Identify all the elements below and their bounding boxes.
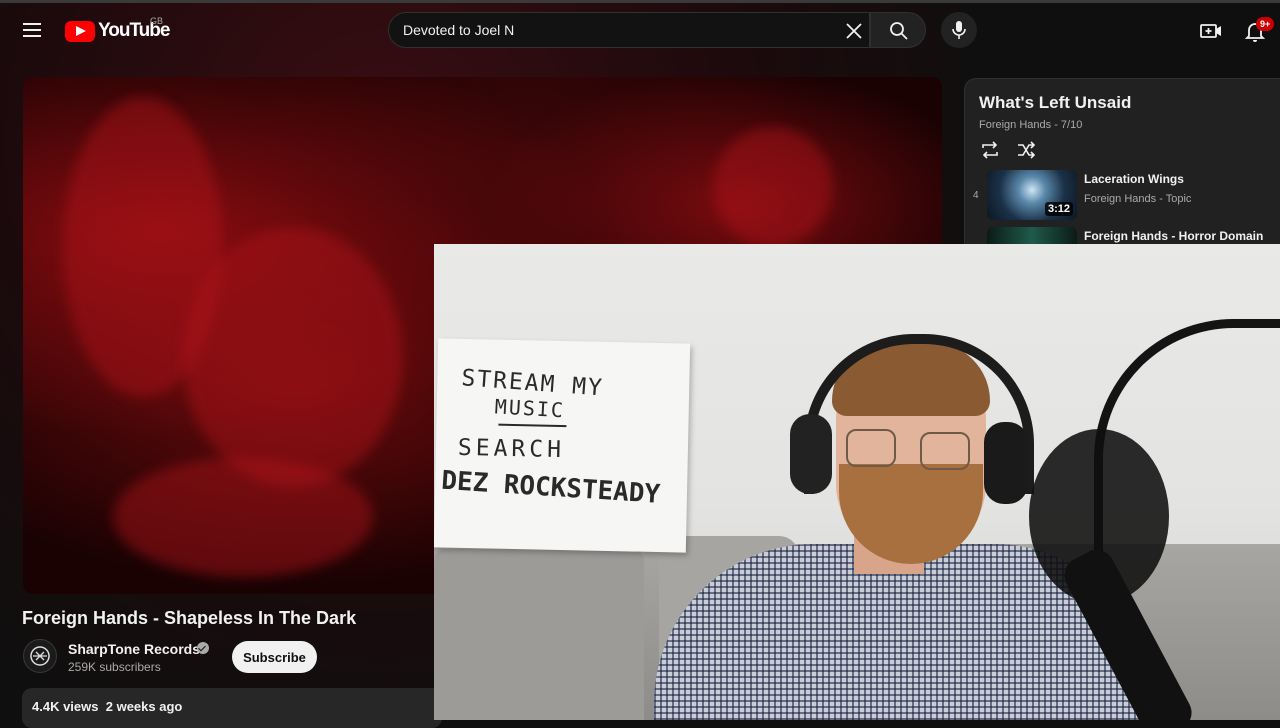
masthead: YouTube GB Devoted to Joel N 9+ xyxy=(0,0,1280,60)
subscriber-count: 259K subscribers xyxy=(68,660,161,674)
video-meta: 4.4K views 2 weeks ago xyxy=(32,699,182,714)
playlist-item-channel: Foreign Hands - Topic xyxy=(1084,193,1192,205)
close-icon[interactable] xyxy=(844,21,864,41)
video-frame-detail xyxy=(113,457,373,577)
handwritten-sign: STREAM MY MUSIC SEARCH DEZ ROCKSTEADY xyxy=(434,338,691,553)
sign-line: MUSIC xyxy=(494,394,566,423)
view-count: 4.4K views xyxy=(32,699,99,714)
headphone-cup xyxy=(790,414,832,494)
video-title: Foreign Hands - Shapeless In The Dark xyxy=(22,608,357,628)
upload-age: 2 weeks ago xyxy=(105,699,183,714)
video-frame-detail xyxy=(713,127,833,247)
channel-name[interactable]: SharpTone Records xyxy=(68,641,200,657)
channel-logo-icon xyxy=(30,646,50,666)
youtube-play-icon xyxy=(65,20,95,42)
playlist-meta: Foreign Hands - 7/10 xyxy=(979,119,1083,131)
playlist-item-thumbnail: 3:12 xyxy=(987,170,1077,220)
voice-search-button[interactable] xyxy=(941,12,977,48)
checkmark-badge-icon xyxy=(197,642,209,654)
notification-badge: 9+ xyxy=(1256,17,1275,31)
video-plus-icon[interactable] xyxy=(1199,19,1223,43)
search-icon xyxy=(890,22,908,40)
sign-line: SEARCH xyxy=(457,434,566,464)
window-top-border xyxy=(0,0,1280,3)
microphone-icon xyxy=(952,21,966,39)
playlist-title[interactable]: What's Left Unsaid xyxy=(979,93,1131,113)
sofa-cushion xyxy=(434,549,644,720)
sign-underline xyxy=(498,423,567,428)
avatar[interactable] xyxy=(23,639,57,673)
video-frame-detail xyxy=(183,227,403,487)
duration-badge: 3:12 xyxy=(1044,202,1073,216)
hamburger-icon[interactable] xyxy=(20,18,44,42)
loop-icon[interactable] xyxy=(979,139,1001,161)
subscribe-button[interactable]: Subscribe xyxy=(232,641,317,673)
country-code: GB xyxy=(150,16,164,26)
search-button[interactable] xyxy=(870,12,926,48)
headphone-cup xyxy=(984,422,1028,504)
shuffle-icon[interactable] xyxy=(1015,139,1037,161)
playlist-item-index: 4 xyxy=(973,190,979,201)
playlist-item[interactable]: 4 3:12 Laceration Wings Foreign Hands - … xyxy=(965,170,1280,224)
description-box[interactable]: 4.4K views 2 weeks ago xyxy=(22,688,442,728)
playlist-item-title: Foreign Hands - Horror Domain xyxy=(1084,229,1264,243)
playlist-item-title: Laceration Wings xyxy=(1084,172,1184,186)
webcam-overlay: STREAM MY MUSIC SEARCH DEZ ROCKSTEADY xyxy=(434,244,1280,720)
search-query-text: Devoted to Joel N xyxy=(403,22,515,38)
search-input[interactable]: Devoted to Joel N xyxy=(388,12,870,48)
sign-line: DEZ ROCKSTEADY xyxy=(440,465,662,510)
